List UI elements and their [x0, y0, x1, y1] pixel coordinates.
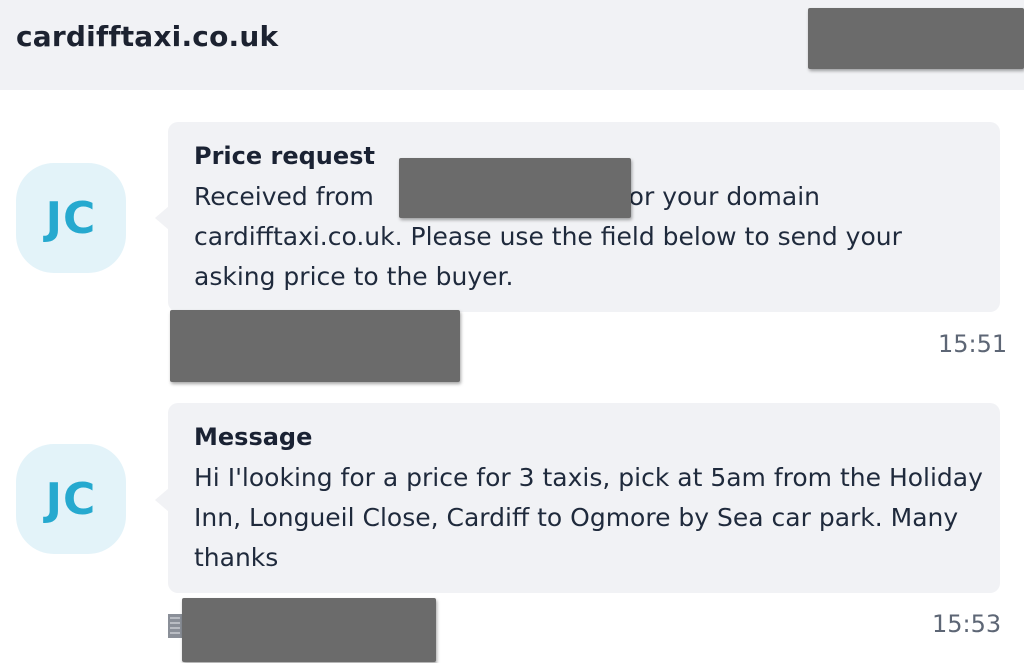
avatar: JC: [16, 163, 126, 273]
bubble-tail: [155, 206, 169, 230]
message-bubble-message: Message Hi I'looking for a price for 3 t…: [168, 403, 1000, 593]
redacted-sender: [182, 598, 436, 662]
top-bar: cardifftaxi.co.uk: [0, 0, 1024, 90]
redacted-buyer-email: [399, 158, 631, 218]
message-text-before: Received from: [194, 182, 374, 211]
redacted-sender: [170, 310, 460, 382]
message-title: Price request: [194, 142, 375, 170]
message-body: Hi I'looking for a price for 3 taxis, pi…: [194, 463, 983, 572]
message-timestamp: 15:53: [932, 610, 1002, 638]
message-timestamp: 15:51: [938, 330, 1008, 358]
building-icon: [168, 614, 182, 638]
message-body: cardifftaxi.co.uk. Please use the field …: [194, 222, 902, 291]
avatar: JC: [16, 444, 126, 554]
message-text-after: for your domain: [619, 182, 820, 211]
domain-title: cardifftaxi.co.uk: [16, 20, 279, 53]
bubble-tail: [155, 488, 169, 512]
redacted-account: [808, 8, 1024, 69]
message-title: Message: [194, 423, 313, 451]
